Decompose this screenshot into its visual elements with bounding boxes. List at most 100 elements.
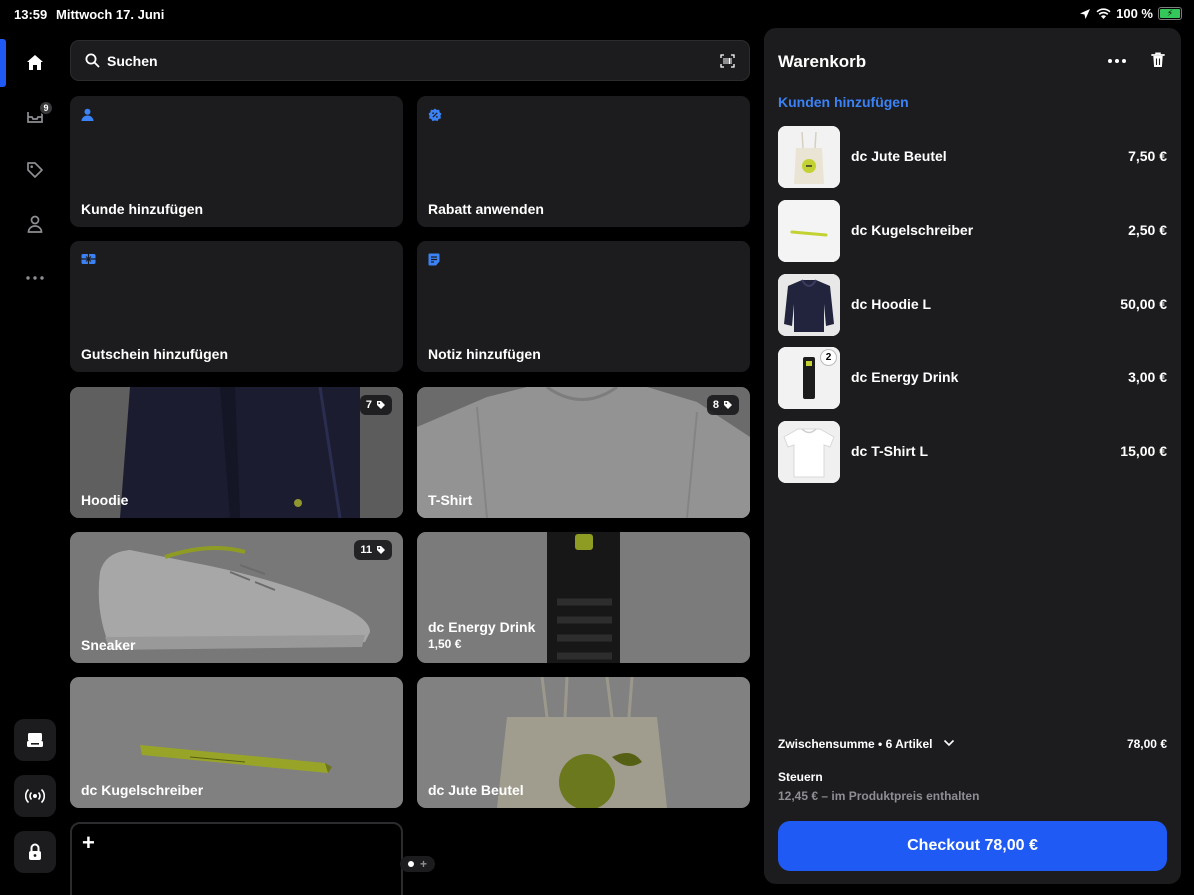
cart-panel: Warenkorb Kunden hinzufügen dc Jute Beut… [764, 28, 1181, 884]
quantity-badge: 2 [820, 349, 837, 366]
item-name: dc Kugelschreiber [851, 222, 974, 238]
cart-item[interactable]: dc Jute Beutel 7,50 € [778, 126, 1167, 188]
tile-label: dc Energy Drink [428, 619, 536, 635]
add-voucher-tile[interactable]: Gutschein hinzufügen [70, 241, 403, 372]
tag-fill-icon [377, 401, 385, 409]
more-icon [26, 276, 44, 280]
item-thumbnail [778, 126, 840, 188]
energy-drink-photo [417, 532, 750, 663]
status-time: 13:59 [14, 7, 48, 22]
tax-label: Steuern [778, 770, 823, 784]
apply-discount-tile[interactable]: Rabatt anwenden [417, 96, 750, 227]
trash-icon[interactable] [1151, 52, 1165, 68]
nav-home[interactable] [16, 43, 54, 81]
page-dot [407, 861, 414, 867]
add-note-tile[interactable]: Notiz hinzufügen [417, 241, 750, 372]
nav-customers[interactable] [16, 205, 54, 243]
cart-item[interactable]: dc Kugelschreiber 2,50 € [778, 200, 1167, 262]
sneaker-tile[interactable]: 11 Sneaker [70, 532, 403, 663]
pen-tile[interactable]: dc Kugelschreiber [70, 677, 403, 808]
variant-count: 11 [360, 544, 372, 556]
variant-count-badge: 7 [359, 395, 392, 415]
checkout-button[interactable]: Checkout 78,00 € [778, 821, 1167, 871]
add-page-icon[interactable]: + [420, 858, 427, 870]
status-bar: 13:59 Mittwoch 17. Juni 100 % ⚡ [0, 0, 1194, 28]
cart-item[interactable]: dc Hoodie L 50,00 € [778, 274, 1167, 336]
search-bar[interactable] [70, 40, 750, 81]
item-thumbnail [778, 200, 840, 262]
tile-label: Hoodie [81, 492, 129, 508]
search-icon [85, 53, 100, 68]
tag-icon [27, 162, 43, 178]
item-price: 50,00 € [1120, 296, 1167, 312]
discount-badge-icon [428, 108, 442, 122]
item-name: dc Jute Beutel [851, 148, 947, 164]
subtotal-label: Zwischensumme • 6 Artikel [778, 737, 933, 751]
search-input[interactable] [107, 41, 707, 80]
gift-card-icon [81, 254, 96, 264]
battery-percent: 100 % [1116, 6, 1153, 21]
add-tile-button[interactable]: + [70, 822, 403, 895]
item-name: dc Energy Drink [851, 369, 959, 385]
item-thumbnail [778, 274, 840, 336]
lock-icon [29, 843, 41, 860]
variant-count: 8 [712, 399, 719, 411]
nav-more[interactable] [16, 259, 54, 297]
add-customer-link[interactable]: Kunden hinzufügen [778, 94, 909, 110]
wifi-icon [1096, 8, 1111, 19]
card-reader-button[interactable] [14, 775, 56, 817]
status-date: Mittwoch 17. Juni [56, 7, 165, 22]
cart-title: Warenkorb [778, 52, 867, 71]
register-button[interactable] [14, 719, 56, 761]
item-thumbnail [778, 421, 840, 483]
variant-count: 7 [365, 399, 372, 411]
energy-drink-tile[interactable]: dc Energy Drink 1,50 € [417, 532, 750, 663]
cart-item[interactable]: dc T-Shirt L 15,00 € [778, 421, 1167, 483]
item-name: dc Hoodie L [851, 296, 932, 312]
barcode-scan-icon[interactable] [720, 54, 735, 68]
item-price: 7,50 € [1128, 148, 1167, 164]
tile-label: dc Jute Beutel [428, 782, 524, 798]
home-icon [27, 54, 43, 70]
tax-note: 12,45 € – im Produktpreis enthalten [778, 789, 980, 803]
location-icon [1080, 8, 1091, 19]
tile-label: Sneaker [81, 637, 136, 653]
tile-label: Gutschein hinzufügen [81, 346, 228, 362]
item-price: 2,50 € [1128, 222, 1167, 238]
item-price: 15,00 € [1120, 443, 1167, 459]
rail-active-indicator [0, 39, 6, 87]
plus-icon: + [82, 830, 95, 855]
subtotal-row[interactable]: Zwischensumme • 6 Artikel 78,00 € [778, 737, 1167, 755]
person-icon [27, 215, 43, 233]
jute-bag-tile[interactable]: dc Jute Beutel [417, 677, 750, 808]
register-icon [27, 733, 43, 747]
broadcast-icon [25, 788, 45, 804]
tag-fill-icon [377, 546, 385, 554]
hoodie-tile[interactable]: 7 Hoodie [70, 387, 403, 518]
lock-button[interactable] [14, 831, 56, 873]
add-customer-tile[interactable]: Kunde hinzufügen [70, 96, 403, 227]
battery-icon: ⚡ [1158, 7, 1182, 20]
cart-more-icon[interactable] [1108, 54, 1128, 68]
person-fill-icon [81, 108, 94, 121]
status-indicators: 100 % ⚡ [1079, 6, 1182, 21]
tile-label: Notiz hinzufügen [428, 346, 541, 362]
item-price: 3,00 € [1128, 369, 1167, 385]
subtotal-value: 78,00 € [1126, 737, 1167, 751]
page-indicator[interactable]: + [400, 856, 435, 872]
note-icon [428, 253, 440, 266]
variant-count-badge: 11 [354, 540, 392, 560]
nav-products[interactable] [16, 151, 54, 189]
tile-label: T-Shirt [428, 492, 473, 508]
tile-label: Kunde hinzufügen [81, 201, 204, 217]
item-name: dc T-Shirt L [851, 443, 928, 459]
chevron-down-icon[interactable] [943, 739, 955, 747]
tag-fill-icon [724, 401, 732, 409]
tshirt-tile[interactable]: 8 T-Shirt [417, 387, 750, 518]
variant-count-badge: 8 [706, 395, 739, 415]
cart-item[interactable]: 2 dc Energy Drink 3,00 € [778, 347, 1167, 409]
tile-label: Rabatt anwenden [428, 201, 544, 217]
inbox-badge: 9 [39, 101, 53, 115]
nav-inbox[interactable]: 9 [16, 97, 54, 135]
tile-price: 1,50 € [428, 637, 462, 651]
